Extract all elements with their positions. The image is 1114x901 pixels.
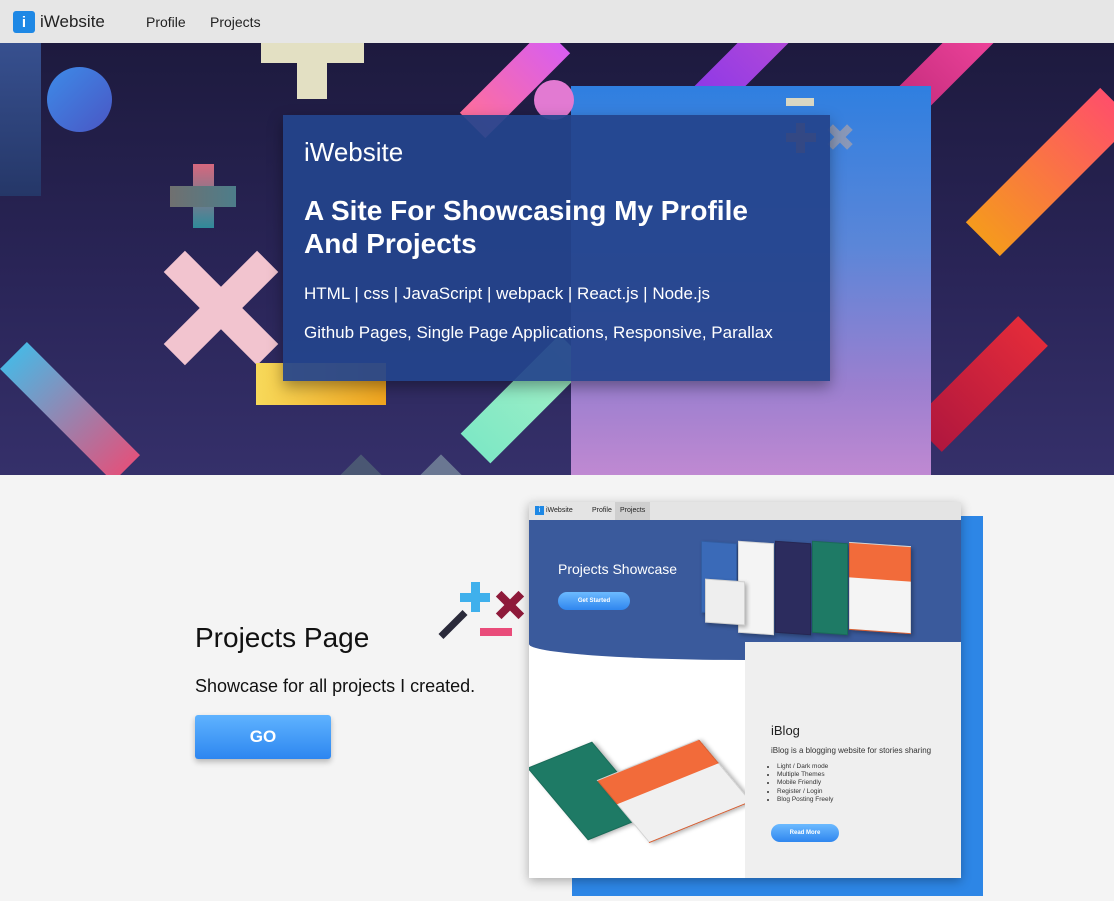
- preview-logo-text: iWebsite: [546, 507, 573, 514]
- decor-bar-cyan: [0, 341, 141, 475]
- preview-logo-icon: i: [535, 506, 544, 515]
- hero-card: iWebsite A Site For Showcasing My Profil…: [283, 115, 830, 381]
- preview-feature-item: Light / Dark mode: [777, 763, 833, 771]
- decor-plus-small-bar: [170, 186, 236, 207]
- preview-hero: Projects Showcase Get Started: [529, 520, 961, 660]
- projects-title: Projects Page: [195, 622, 370, 653]
- decor-bar-red: [912, 316, 1048, 452]
- logo-icon: i: [13, 11, 35, 33]
- decor-circle-blue: [47, 67, 112, 132]
- preview-link-projects: Projects: [615, 502, 651, 520]
- decor-triangle-bottom: [338, 454, 384, 475]
- preview-left-panel: [529, 660, 752, 878]
- preview-hero-title: Projects Showcase: [558, 561, 678, 577]
- preview-read-more-button: Read More: [771, 824, 839, 842]
- preview-get-started-button: Get Started: [558, 592, 630, 610]
- logo-text: iWebsite: [40, 12, 105, 31]
- decor-mini-minus: [786, 98, 814, 106]
- projects-section: Projects Page Showcase for all projects …: [0, 475, 1114, 901]
- nav-link-profile[interactable]: Profile: [146, 14, 186, 30]
- hero-banner: iWebsite A Site For Showcasing My Profil…: [0, 43, 1114, 475]
- preview-feature-item: Register / Login: [777, 788, 833, 796]
- preview-blog-title: iBlog: [771, 723, 800, 738]
- preview-blog-features: Light / Dark mode Multiple Themes Mobile…: [777, 763, 833, 804]
- decor-plus-cyan-v: [471, 582, 480, 612]
- preview-feature-item: Multiple Themes: [777, 771, 833, 779]
- preview-feature-item: Blog Posting Freely: [777, 796, 833, 804]
- decor-minus-pink: [480, 628, 512, 636]
- preview-mockup-4: [812, 540, 848, 636]
- preview-blog-desc: iBlog is a blogging website for stories …: [771, 746, 932, 755]
- nav-link-projects[interactable]: Projects: [210, 14, 261, 30]
- preview-right-panel: [745, 642, 961, 878]
- preview-mockup-3: [775, 540, 811, 636]
- projects-description: Showcase for all projects I created.: [195, 676, 476, 696]
- hero-title: A Site For Showcasing My Profile And Pro…: [304, 195, 748, 259]
- preview-feature-item: Mobile Friendly: [777, 779, 833, 787]
- decor-plus-top-bar: [261, 43, 364, 63]
- decor-bar-orange: [965, 87, 1114, 257]
- decor-triangle-bottom-b: [418, 454, 464, 475]
- preview-mockup-6: [705, 578, 745, 626]
- go-button[interactable]: GO: [195, 715, 331, 759]
- preview-mockup-5: [849, 541, 911, 635]
- logo[interactable]: i iWebsite: [13, 11, 105, 33]
- preview-nav: i iWebsite Profile Projects: [529, 502, 961, 520]
- hero-features: Github Pages, Single Page Applications, …: [304, 323, 773, 342]
- decor-div-dark: [438, 610, 468, 639]
- projects-preview-image[interactable]: i iWebsite Profile Projects Projects Sho…: [529, 502, 961, 878]
- hero-tech-stack: HTML | css | JavaScript | webpack | Reac…: [304, 284, 710, 303]
- top-nav: i iWebsite Profile Projects: [0, 0, 1114, 43]
- decor-circle-pink: [534, 80, 574, 120]
- hero-brand: iWebsite: [304, 137, 404, 167]
- preview-link-profile: Profile: [592, 507, 612, 514]
- decor-left-bar: [0, 43, 41, 196]
